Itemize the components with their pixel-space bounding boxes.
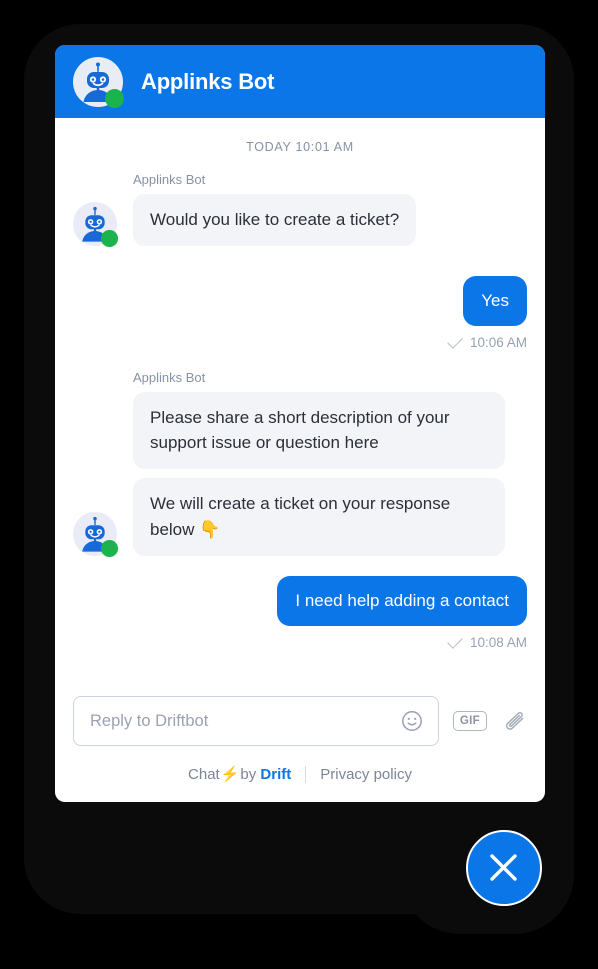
composer-row: GIF [73, 696, 527, 746]
bubble-group: I need help adding a contact [277, 575, 527, 626]
sender-label: Applinks Bot [133, 172, 206, 187]
privacy-policy-link[interactable]: Privacy policy [320, 766, 412, 783]
chat-header: Applinks Bot [55, 45, 545, 118]
footer: Chat⚡by Drift Privacy policy [55, 746, 545, 802]
bubble-group: Please share a short description of your… [133, 391, 505, 556]
paperclip-icon[interactable] [501, 708, 527, 734]
reply-input-wrapper[interactable] [73, 696, 439, 746]
composer: GIF [55, 696, 545, 746]
day-timestamp: TODAY 10:01 AM [246, 140, 354, 154]
message-group-user-1: Yes 10:06 AM [73, 275, 527, 350]
smiley-face-icon[interactable] [400, 709, 424, 733]
delivered-check-icon [447, 633, 463, 649]
gif-button[interactable]: GIF [452, 711, 487, 731]
sender-label: Applinks Bot [133, 369, 206, 385]
lightning-bolt-icon: ⚡ [220, 766, 240, 783]
message-bubble: We will create a ticket on your response… [133, 478, 505, 556]
message-row: Please share a short description of your… [73, 391, 527, 557]
bubble-group: Yes [463, 275, 527, 326]
chat-widget: Applinks Bot TODAY 10:01 AM Applinks Bot [55, 45, 545, 802]
drift-brand-link[interactable]: Drift [260, 766, 291, 783]
message-list: TODAY 10:01 AM Applinks Bot Would you li… [55, 118, 545, 696]
receipt-timestamp: 10:08 AM [469, 634, 527, 650]
online-status-dot [101, 230, 118, 247]
online-status-dot [101, 540, 118, 557]
footer-divider [305, 765, 307, 783]
by-text: by [240, 766, 261, 783]
delivery-receipt: 10:08 AM [73, 633, 527, 650]
message-bubble: Yes [463, 275, 527, 326]
message-row: Yes [73, 275, 527, 326]
close-x-icon [490, 854, 517, 881]
reply-input[interactable] [88, 710, 400, 732]
robot-avatar-icon [73, 201, 118, 247]
message-group-user-2: I need help adding a contact 10:08 AM [73, 575, 527, 650]
message-row: I need help adding a contact [73, 575, 527, 626]
message-group-bot-1: Applinks Bot Would you like to create a … [73, 172, 527, 247]
message-bubble: Please share a short description of your… [133, 391, 505, 470]
chat-text: Chat [188, 766, 220, 783]
close-chat-button[interactable] [466, 830, 542, 906]
message-row: Would you like to create a ticket? [73, 194, 527, 247]
robot-avatar-icon [73, 56, 124, 108]
delivery-receipt: 10:06 AM [73, 332, 527, 350]
message-bubble: Would you like to create a ticket? [133, 194, 417, 246]
page-title: Applinks Bot [141, 68, 275, 94]
receipt-timestamp: 10:06 AM [469, 334, 527, 350]
message-group-bot-2: Applinks Bot Please share a short descri… [73, 369, 527, 557]
robot-avatar-icon [73, 511, 118, 557]
chat-by-label: Chat⚡by Drift [188, 765, 291, 783]
delivered-check-icon [447, 332, 463, 349]
online-status-dot [105, 88, 124, 108]
message-bubble: I need help adding a contact [277, 575, 527, 626]
bubble-group: Would you like to create a ticket? [133, 194, 417, 246]
